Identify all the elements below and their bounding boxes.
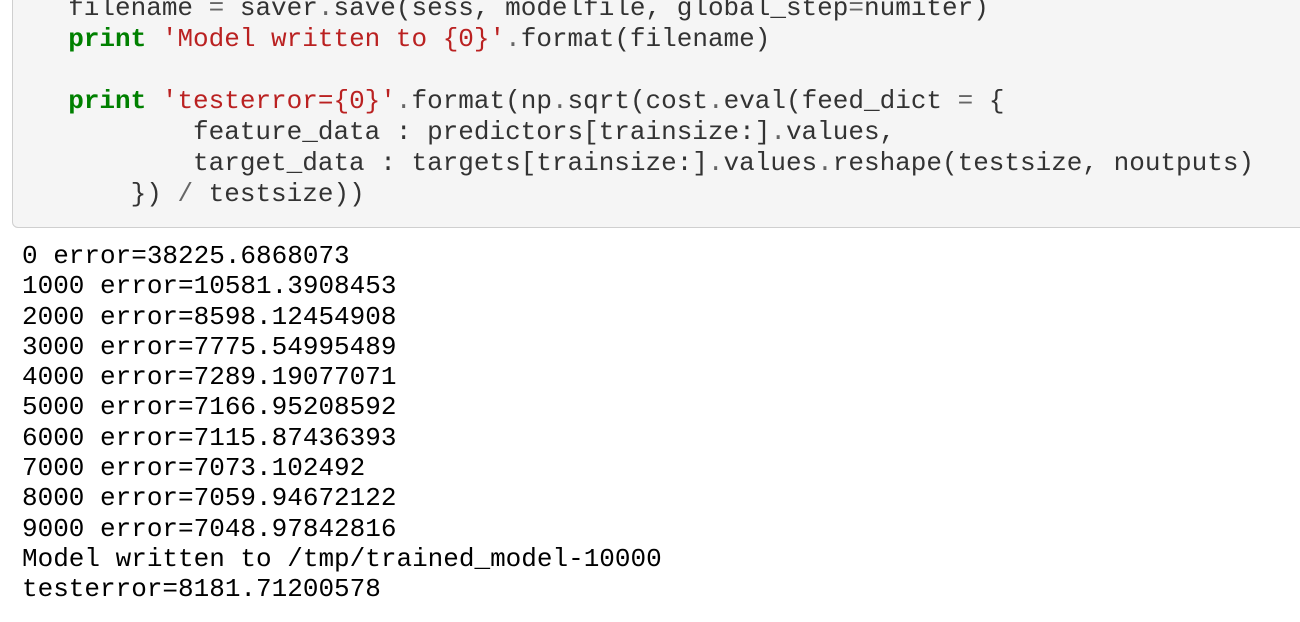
operator-token: .: [707, 148, 724, 178]
code-token: target_data : targets[trainsize:]: [37, 148, 708, 178]
code-line: target_data : targets[trainsize:].values…: [37, 148, 1254, 179]
code-token: eval(feed_dict: [723, 86, 958, 116]
output-line: 9000 error=7048.97842816: [22, 513, 397, 544]
code-token: values,: [785, 117, 896, 147]
output-line: 7000 error=7073.102492: [22, 453, 366, 484]
output-line: Model written to /tmp/trained_model-1000…: [22, 543, 662, 574]
cell-output: 0 error=38225.6868073 1000 error=10581.39…: [22, 241, 662, 605]
output-line: 8000 error=7059.94672122: [22, 483, 397, 514]
code-token: sqrt(cost: [567, 86, 708, 116]
keyword-token: print: [68, 86, 147, 116]
operator-token: .: [770, 117, 786, 147]
code-token: reshape(testsize, noutputs): [832, 148, 1255, 178]
code-token: save(sess, modelfile, global_step: [333, 0, 849, 23]
code-line: print 'Model written to {0}'.format(file…: [37, 24, 1254, 55]
output-line: 0 error=38225.6868073: [22, 241, 350, 271]
output-line: 1000 error=10581.3908453: [22, 271, 397, 302]
code-token: }): [37, 179, 178, 209]
output-line: 4000 error=7289.19077071: [22, 362, 397, 393]
operator-token: /: [177, 179, 194, 209]
code-token: feature_data : predictors[trainsize:]: [37, 117, 771, 147]
operator-token: =: [208, 0, 225, 23]
output-line: testerror=8181.71200578: [22, 574, 381, 605]
code-token: numiter): [863, 0, 989, 23]
code-token: {: [973, 86, 1005, 116]
code-token: filename: [37, 0, 209, 23]
operator-token: =: [957, 86, 974, 116]
output-line: 6000 error=7115.87436393: [22, 422, 397, 453]
operator-token: .: [817, 148, 833, 178]
string-token: 'Model written to {0}': [161, 24, 506, 54]
keyword-token: print: [68, 24, 147, 54]
code-line: filename = saver.save(sess, modelfile, g…: [37, 0, 1254, 24]
string-token: 'testerror={0}': [161, 86, 396, 116]
operator-token: .: [505, 24, 521, 54]
operator-token: =: [848, 0, 864, 23]
code-token: testsize)): [193, 179, 365, 209]
code-line: feature_data : predictors[trainsize:].va…: [37, 117, 1254, 148]
code-input-cell[interactable]: filename = saver.save(sess, modelfile, g…: [12, 0, 1300, 228]
code-editor[interactable]: filename = saver.save(sess, modelfile, g…: [37, 0, 1254, 210]
operator-token: .: [707, 86, 724, 116]
code-line: }) / testsize)): [37, 179, 1254, 210]
output-line: 5000 error=7166.95208592: [22, 392, 397, 423]
code-line: print 'testerror={0}'.format(np.sqrt(cos…: [37, 86, 1254, 117]
code-token: saver: [224, 0, 318, 23]
operator-token: .: [551, 86, 568, 116]
code-token: format(np: [411, 86, 552, 116]
output-line: 3000 error=7775.54995489: [22, 331, 397, 362]
code-token: format(filename): [520, 24, 771, 54]
output-line: 2000 error=8598.12454908: [22, 301, 397, 332]
operator-token: .: [395, 86, 412, 116]
operator-token: .: [317, 0, 334, 23]
code-token: values: [723, 148, 818, 178]
